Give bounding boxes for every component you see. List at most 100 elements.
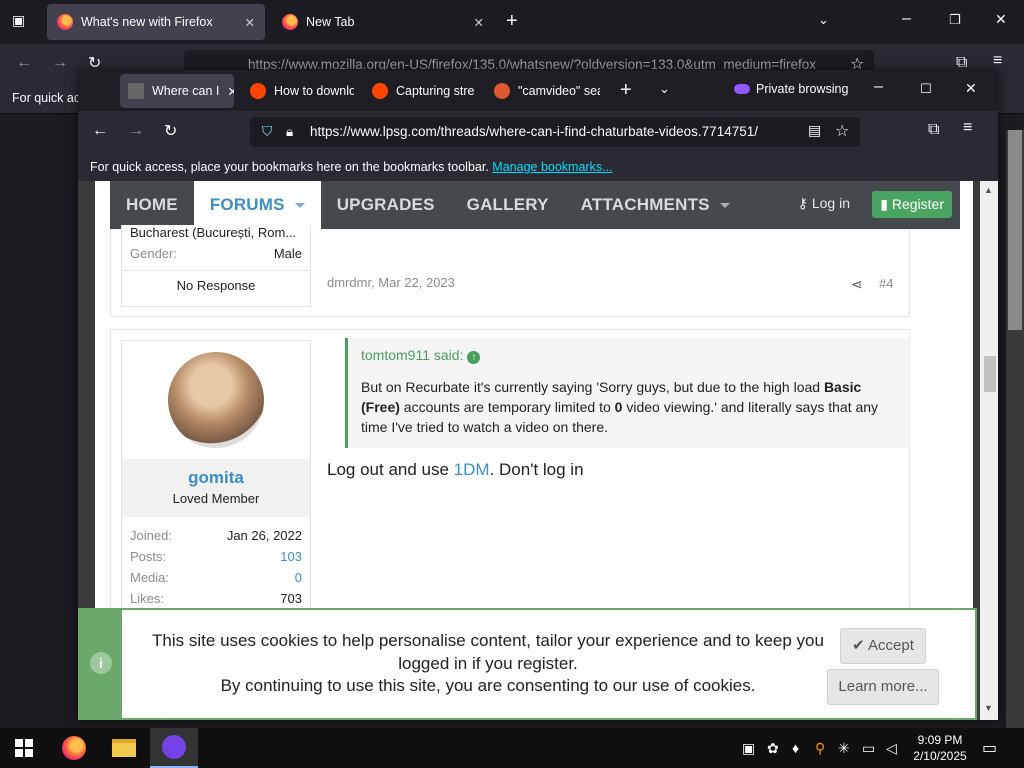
scroll-down-icon[interactable]: ▼ [984,703,993,713]
chevron-down-icon[interactable] [719,203,730,209]
forward-icon[interactable]: → [52,54,68,72]
back-icon[interactable]: ← [92,122,108,140]
1dm-link[interactable]: 1DM [454,460,490,479]
tab-capturing-streams[interactable]: Capturing stre [364,74,476,108]
tab-label: Capturing stre [396,84,475,98]
learn-more-button[interactable]: Learn more... [827,669,939,705]
close-window-icon[interactable]: ✕ [965,80,977,97]
login-label: Log in [811,195,850,211]
accept-label: Accept [868,637,914,654]
taskbar-file-explorer[interactable] [100,728,148,768]
page-icon [128,83,144,99]
avatar[interactable] [168,352,264,448]
post-message: Log out and use 1DM. Don't log in [327,460,584,479]
nav-forums-label: FORUMS [209,195,285,214]
minimize-icon[interactable]: – [902,10,911,28]
background-scrollbar-thumb[interactable] [1008,130,1022,330]
nav-attachments[interactable]: ATTACHMENTS [565,181,746,229]
post-meta[interactable]: dmrdmr, Mar 22, 2023 [327,275,455,290]
tab-list-icon[interactable]: ▣ [12,12,25,29]
accept-cookies-button[interactable]: ✔ Accept [840,628,926,664]
register-label: Register [891,196,944,212]
lock-icon[interactable]: 🔒︎ [286,117,293,147]
scroll-up-icon[interactable]: ▲ [984,185,993,195]
bookmark-star-icon[interactable]: ☆ [835,121,849,141]
tab-where-can-i[interactable]: Where can I ✕ [120,74,234,108]
reload-icon[interactable]: ↻ [164,121,177,141]
maximize-icon[interactable]: ❐ [949,12,961,28]
cookie-message: This site uses cookies to help personali… [152,631,824,695]
bookmarks-toolbar: For quick access, place your bookmarks h… [78,153,998,181]
chevron-down-icon[interactable] [294,203,305,209]
app-tray-icon[interactable]: ✿ [767,740,779,757]
list-all-tabs-chevron-icon[interactable]: ⌄ [659,81,670,97]
nav-upgrades[interactable]: UPGRADES [321,181,451,229]
page-scrollbar[interactable]: ▲ ▼ [980,181,998,720]
user-joined-row: Joined: Jan 26, 2022 [130,528,302,543]
nav-gallery[interactable]: GALLERY [451,181,565,229]
firefox-icon [62,736,86,760]
close-window-icon[interactable]: ✕ [995,11,1007,28]
arrow-up-circle-icon[interactable]: ↑ [467,351,481,364]
bg-tab-new-tab[interactable]: New Tab ✕ [272,4,494,40]
menu-icon[interactable]: ≡ [963,119,972,137]
user-name-block: gomita Loved Member [122,459,310,517]
url-text[interactable]: https://www.lpsg.com/threads/where-can-i… [310,124,758,139]
background-scrollbar[interactable] [1006,130,1024,728]
private-mask-icon [162,735,186,759]
windows-taskbar: ▣ ✿ ♦ ⚲ ✳ ▭ ◁ 9:09 PM 2/10/2025 ▭ [0,728,1024,768]
check-icon: ✔ [852,637,869,654]
tab-camvideo-search[interactable]: "camvideo" sea [486,74,600,108]
snowflake-tray-icon[interactable]: ✳ [838,740,850,757]
menu-icon[interactable]: ≡ [993,52,1002,70]
register-button[interactable]: ▮ Register [872,191,952,218]
start-button[interactable] [0,728,48,768]
clock[interactable]: 9:09 PM 2/10/2025 [910,732,970,764]
close-tab-icon[interactable]: ✕ [474,15,484,30]
back-icon[interactable]: ← [16,54,32,72]
taskbar-firefox[interactable] [50,728,98,768]
notifications-icon[interactable]: ▭ [982,738,997,758]
shield-icon[interactable]: ⛉ [262,117,272,147]
network-icon[interactable]: ▭ [862,740,875,757]
share-icon[interactable]: ⋖ [851,276,863,293]
username-link[interactable]: gomita [122,468,310,488]
bookmarks-hint: For quick access, place your bookmarks h… [90,160,489,174]
user-posts-row: Posts: 103 [130,549,302,564]
taskbar-firefox-private[interactable] [150,728,198,768]
quote-author[interactable]: tomtom911 said: ↑ [348,338,911,373]
post-number-link[interactable]: #4 [879,276,893,291]
tab-how-to-download[interactable]: How to downlo [242,74,354,108]
volume-icon[interactable]: ◁ [886,740,897,757]
list-all-tabs-chevron-icon[interactable]: ⌄ [818,12,829,28]
bg-tab-whats-new[interactable]: What's new with Firefox ✕ [47,4,265,40]
maximize-icon[interactable]: ☐ [920,81,932,97]
url-bar[interactable]: ⛉ 🔒︎ https://www.lpsg.com/threads/where-… [250,117,860,147]
key-icon: ⚷ [797,195,812,211]
private-mask-icon [734,84,750,94]
nav-forums[interactable]: FORUMS [193,181,321,229]
manage-bookmarks-link[interactable]: Manage bookmarks... [492,160,612,174]
close-tab-icon[interactable]: ✕ [227,84,234,99]
windows-logo-icon [15,739,33,757]
droplet-tray-icon[interactable]: ♦ [792,740,799,756]
avatar-container [122,341,310,459]
login-button[interactable]: ⚷ Log in [798,195,850,212]
search-tray-icon[interactable]: ⚲ [815,740,825,757]
tab-label: How to downlo [274,84,354,98]
extensions-icon[interactable]: ⧉ [928,121,939,139]
new-tab-plus-icon[interactable]: + [620,79,632,102]
reader-view-icon[interactable]: ▤ [808,122,821,139]
minimize-icon[interactable]: – [874,78,883,96]
security-tray-icon[interactable]: ▣ [742,740,755,757]
info-icon: i [90,652,112,674]
cookie-sidebar: i [80,610,122,718]
forward-icon[interactable]: → [128,122,144,140]
user-location: Bucharest (București, Rom... [130,225,297,240]
close-tab-icon[interactable]: ✕ [245,15,255,30]
scrollbar-thumb[interactable] [984,356,996,392]
reddit-icon [372,83,388,99]
bg-tab-label: What's new with Firefox [81,15,213,29]
new-tab-plus-icon[interactable]: + [506,10,518,33]
nav-home[interactable]: HOME [110,181,194,229]
